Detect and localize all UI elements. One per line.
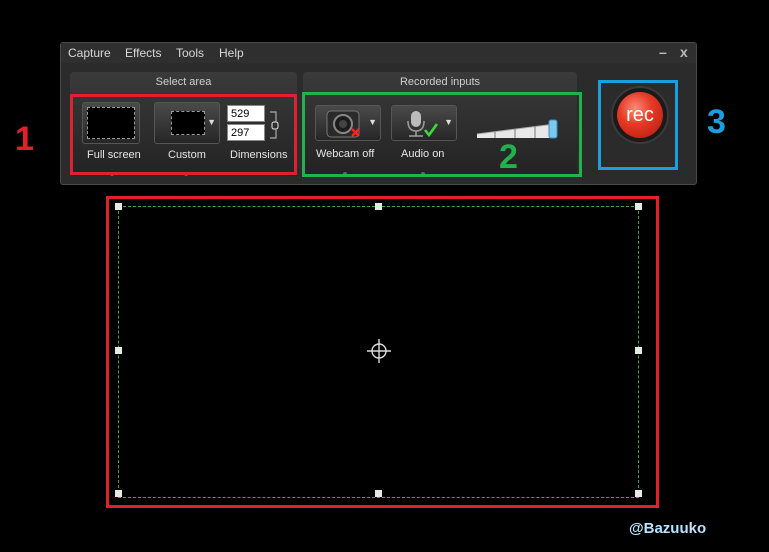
annotation-box-select-area	[70, 94, 297, 175]
annotation-number-2: 2	[499, 138, 518, 176]
resize-handle-bottom-left[interactable]	[115, 490, 122, 497]
minimize-button[interactable]: –	[659, 44, 667, 60]
resize-handle-left[interactable]	[115, 347, 122, 354]
recorded-inputs-title: Recorded inputs	[399, 76, 481, 88]
menu-effects[interactable]: Effects	[125, 46, 161, 60]
annotation-box-recorded-inputs	[302, 92, 582, 177]
menu-help[interactable]: Help	[219, 46, 244, 60]
resize-handle-top-right[interactable]	[635, 203, 642, 210]
annotation-number-3: 3	[707, 103, 726, 141]
watermark: @Bazuuko	[629, 520, 707, 537]
resize-handle-bottom[interactable]	[375, 490, 382, 497]
resize-handle-top[interactable]	[375, 203, 382, 210]
close-button[interactable]: x	[680, 44, 688, 60]
resize-handle-bottom-right[interactable]	[635, 490, 642, 497]
resize-handle-top-left[interactable]	[115, 203, 122, 210]
menu-bar: Capture Effects Tools Help – x	[61, 43, 696, 63]
menu-capture[interactable]: Capture	[68, 46, 111, 60]
annotation-number-1: 1	[15, 120, 34, 158]
menu-tools[interactable]: Tools	[176, 46, 204, 60]
resize-handle-right[interactable]	[635, 347, 642, 354]
annotation-box-rec	[598, 80, 678, 170]
select-area-title: Select area	[155, 76, 212, 88]
move-crosshair-icon[interactable]	[366, 338, 392, 364]
